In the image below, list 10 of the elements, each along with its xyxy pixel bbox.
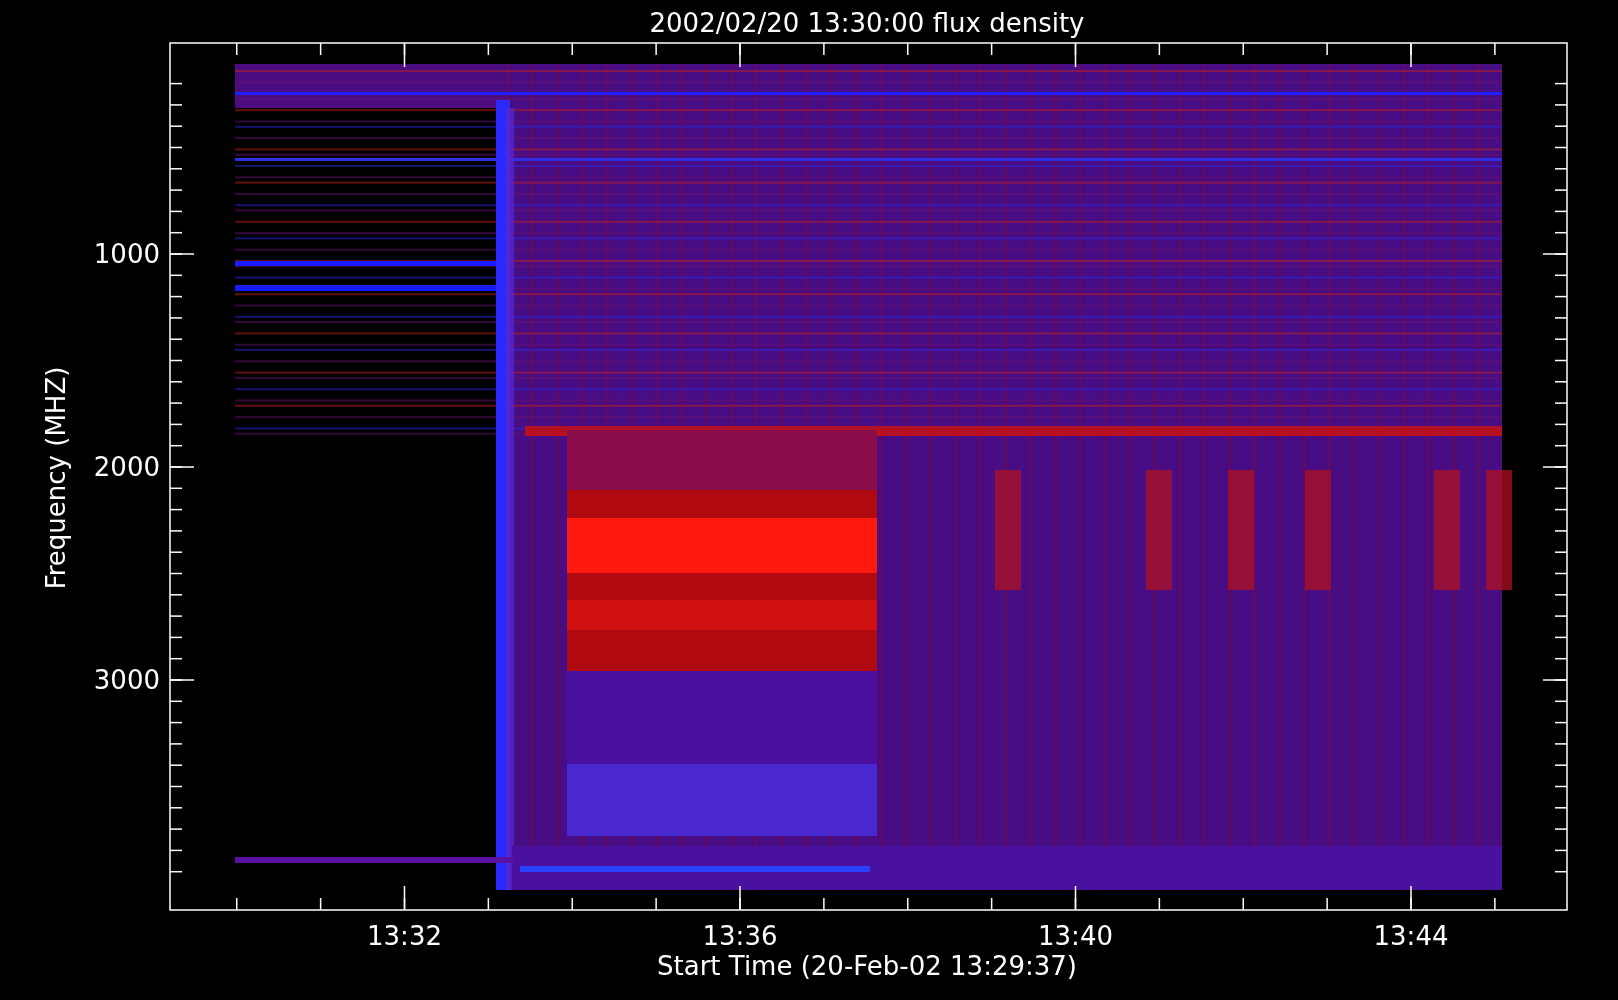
tick-label: 13:36 xyxy=(702,921,778,951)
tick-label: 2000 xyxy=(93,452,160,482)
tick-label: 13:44 xyxy=(1373,921,1449,951)
plot-title: 2002/02/20 13:30:00 flux density xyxy=(649,8,1085,38)
tick-label: 3000 xyxy=(93,665,160,695)
tick-label: 13:40 xyxy=(1038,921,1113,951)
axis-title: Start Time (20-Feb-02 13:29:37) xyxy=(657,951,1077,981)
tick-label: 13:32 xyxy=(367,921,442,951)
axis-title: Frequency (MHZ) xyxy=(41,366,71,590)
tick-label: 1000 xyxy=(93,239,160,269)
